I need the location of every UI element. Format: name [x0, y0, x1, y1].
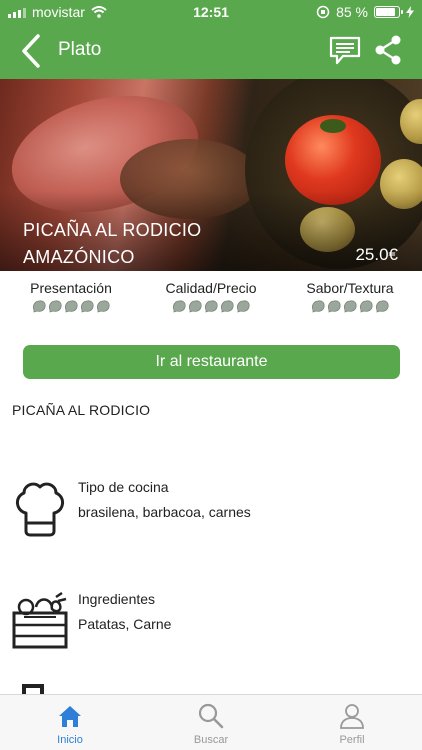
rating-label: Presentación — [30, 280, 112, 296]
rating-leaf-icon — [172, 300, 186, 313]
chef-hat-icon — [16, 482, 64, 537]
rating-leaf-icon — [48, 300, 62, 313]
ratings-row: Presentación Calidad/Precio Sabor/Textur… — [0, 280, 422, 320]
ingredients-label: Ingredientes — [78, 591, 156, 607]
rating-label: Sabor/Textura — [306, 280, 394, 296]
search-icon — [198, 703, 224, 729]
cuisine-value: brasilena, barbacoa, carnes — [78, 504, 251, 520]
rating-leaf-icon — [327, 300, 341, 313]
ingredients-section: Ingredientes Patatas, Carne — [12, 591, 412, 651]
navigation-bar: Plato — [0, 24, 422, 79]
rating-leaf-icon — [220, 300, 234, 313]
photo-tomato-stem — [320, 119, 346, 133]
dish-price: 25.0€ — [355, 245, 398, 264]
rating-icons — [28, 299, 114, 313]
dish-photo: PICAÑA AL RODICIO AMAZÓNICO 25.0€ — [0, 79, 422, 271]
tab-label: Perfil — [339, 734, 365, 746]
rating-leaf-icon — [236, 300, 250, 313]
dish-name: PICAÑA AL RODICIO — [12, 402, 151, 418]
rating-leaf-icon — [80, 300, 94, 313]
rating-calidad-precio: Calidad/Precio — [162, 280, 260, 313]
rating-leaf-icon — [188, 300, 202, 313]
profile-icon — [340, 704, 364, 729]
share-icon[interactable] — [372, 34, 404, 66]
tab-label: Inicio — [57, 734, 83, 746]
rating-leaf-icon — [64, 300, 78, 313]
produce-crate-icon — [12, 591, 68, 649]
dish-title: PICAÑA AL RODICIO AMAZÓNICO — [23, 220, 202, 267]
rating-leaf-icon — [375, 300, 389, 313]
rotation-lock-icon — [316, 5, 330, 19]
battery-icon — [374, 6, 403, 18]
battery-percent: 85 % — [336, 4, 368, 20]
charging-icon — [406, 6, 414, 18]
tab-inicio[interactable]: Inicio — [0, 695, 140, 750]
tab-buscar[interactable]: Buscar — [141, 695, 281, 750]
rating-label: Calidad/Precio — [165, 280, 257, 296]
rating-leaf-icon — [359, 300, 373, 313]
status-right: 85 % — [316, 4, 414, 20]
rating-leaf-icon — [343, 300, 357, 313]
cuisine-section: Tipo de cocina brasilena, barbacoa, carn… — [12, 479, 412, 539]
rating-icons — [162, 299, 260, 313]
tab-bar: Inicio Buscar Perfil — [0, 694, 422, 750]
tab-label: Buscar — [193, 734, 229, 746]
rating-presentacion: Presentación — [28, 280, 114, 313]
rating-leaf-icon — [311, 300, 325, 313]
chevron-left-icon[interactable] — [16, 32, 46, 70]
tab-perfil[interactable]: Perfil — [282, 695, 422, 750]
page-title: Plato — [58, 39, 102, 60]
comments-icon[interactable] — [328, 34, 362, 68]
rating-leaf-icon — [204, 300, 218, 313]
rating-leaf-icon — [32, 300, 46, 313]
home-icon — [59, 706, 81, 727]
ingredients-value: Patatas, Carne — [78, 616, 172, 632]
rating-leaf-icon — [96, 300, 110, 313]
status-bar: movistar 12:51 85 % — [0, 0, 422, 24]
rating-icons — [304, 299, 396, 313]
go-to-restaurant-button[interactable]: Ir al restaurante — [23, 345, 400, 379]
cuisine-label: Tipo de cocina — [78, 479, 169, 495]
rating-sabor-textura: Sabor/Textura — [304, 280, 396, 313]
